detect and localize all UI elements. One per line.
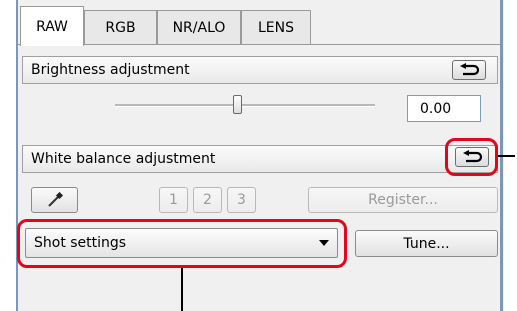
wb-preset-1-label: 1 xyxy=(169,192,178,208)
reset-button-callout xyxy=(445,138,498,176)
wb-preset-3-label: 3 xyxy=(237,192,246,208)
eyedropper-icon xyxy=(47,192,63,207)
register-button[interactable]: Register... xyxy=(308,187,498,213)
wb-preset-2-button[interactable]: 2 xyxy=(193,187,222,213)
wb-preset-3-button[interactable]: 3 xyxy=(227,187,256,213)
wb-preset-2-label: 2 xyxy=(203,192,212,208)
tab-strip-divider xyxy=(18,44,500,45)
register-button-label: Register... xyxy=(368,192,438,208)
tune-button-label: Tune... xyxy=(403,235,450,252)
brightness-value: 0.00 xyxy=(420,101,452,117)
tab-rgb[interactable]: RGB xyxy=(84,10,157,44)
tab-lens[interactable]: LENS xyxy=(241,10,311,44)
eyedropper-button[interactable] xyxy=(31,187,78,213)
tab-lens-label: LENS xyxy=(257,19,294,36)
select-callout-leader xyxy=(181,268,183,311)
tab-raw-label: RAW xyxy=(36,18,68,35)
tune-button[interactable]: Tune... xyxy=(355,230,498,257)
brightness-value-field[interactable]: 0.00 xyxy=(407,95,481,122)
panel-left-border xyxy=(16,0,18,311)
tab-raw[interactable]: RAW xyxy=(20,6,84,46)
tab-rgb-label: RGB xyxy=(105,19,136,36)
undo-arrow-icon xyxy=(460,63,480,76)
tab-nr-alo-label: NR/ALO xyxy=(172,19,226,36)
brightness-reset-button[interactable] xyxy=(452,60,486,80)
wb-preset-1-button[interactable]: 1 xyxy=(159,187,188,213)
brightness-slider-track[interactable] xyxy=(115,104,375,107)
reset-callout-leader xyxy=(498,155,515,157)
brightness-title: Brightness adjustment xyxy=(31,62,190,78)
white-balance-section-header: White balance adjustment xyxy=(22,145,498,173)
tab-nr-alo[interactable]: NR/ALO xyxy=(157,10,241,44)
white-balance-title: White balance adjustment xyxy=(31,151,216,167)
white-balance-select-callout xyxy=(17,219,347,268)
brightness-slider-thumb[interactable] xyxy=(233,95,242,114)
brightness-section-header: Brightness adjustment xyxy=(22,56,498,84)
